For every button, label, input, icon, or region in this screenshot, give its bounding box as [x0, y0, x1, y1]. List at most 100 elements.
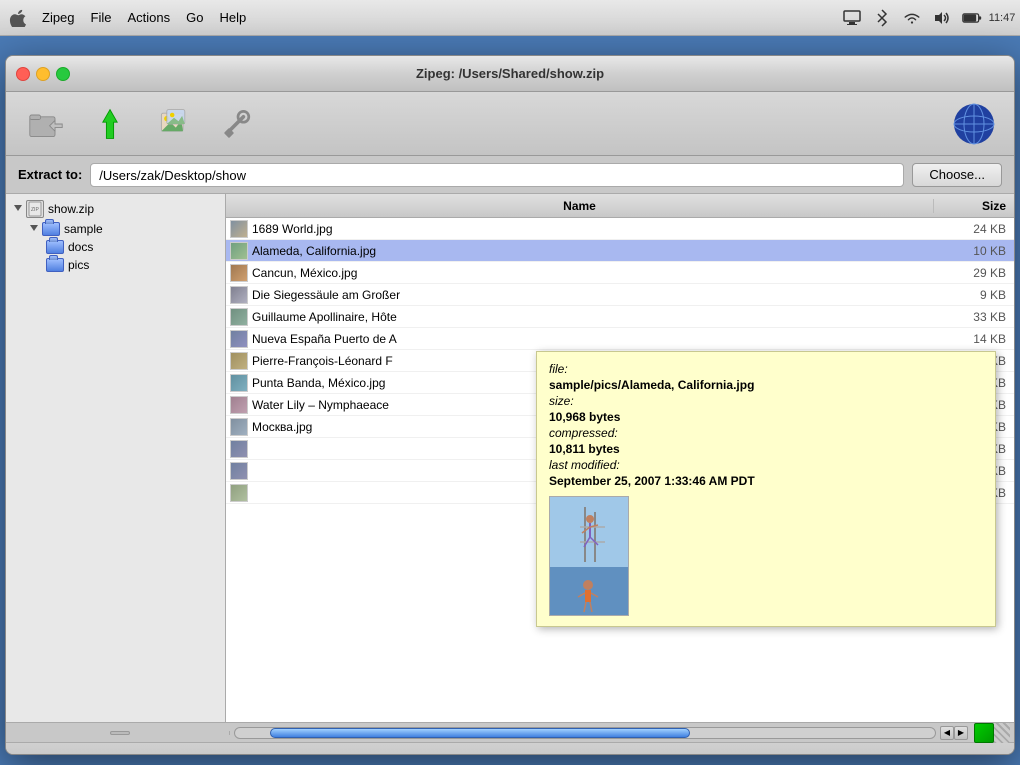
sidebar-item-sample[interactable]: sample: [22, 220, 225, 238]
triangle-down-icon-2: [30, 225, 38, 233]
file-size: 33 KB: [934, 310, 1014, 324]
sidebar: ZIP show.zip sample docs: [6, 194, 226, 722]
bluetooth-icon: [872, 8, 892, 28]
file-thumbnail: [230, 220, 248, 238]
file-size: 24 KB: [934, 222, 1014, 236]
sample-label: sample: [64, 222, 103, 236]
scroll-left-button[interactable]: ◀: [940, 726, 954, 740]
column-name[interactable]: Name: [226, 199, 934, 213]
sidebar-children: docs pics: [22, 238, 225, 274]
wifi-icon: [902, 8, 922, 28]
pics-folder-icon: [46, 258, 64, 272]
clock-icon: 11:47: [992, 8, 1012, 28]
tooltip-file-label: file:: [549, 362, 983, 376]
app-window: Zipeg: /Users/Shared/show.zip: [5, 55, 1015, 755]
menubar-help[interactable]: Help: [219, 10, 246, 25]
file-thumbnail: [230, 352, 248, 370]
extract-icon: [92, 106, 128, 142]
menubar-zipeg[interactable]: Zipeg: [42, 10, 75, 25]
file-thumbnail: [230, 264, 248, 282]
extract-button[interactable]: [82, 98, 138, 150]
monitor-icon: [842, 8, 862, 28]
file-size: 29 KB: [934, 266, 1014, 280]
file-name: Cancun, México.jpg: [252, 266, 934, 280]
status-green-indicator: [974, 723, 994, 743]
resize-bar: [110, 731, 130, 735]
horizontal-scrollbar[interactable]: ◀ ▶: [230, 726, 972, 740]
close-button[interactable]: [16, 67, 30, 81]
file-name: 1689 World.jpg: [252, 222, 934, 236]
docs-folder-icon: [46, 240, 64, 254]
tooltip-preview-image: [549, 496, 629, 616]
svg-text:ZIP: ZIP: [31, 207, 39, 213]
file-row[interactable]: Alameda, California.jpg 10 KB: [226, 240, 1014, 262]
showzip-label: show.zip: [48, 202, 94, 216]
file-thumbnail: [230, 286, 248, 304]
file-row[interactable]: Guillaume Apollinaire, Hôte 33 KB: [226, 306, 1014, 328]
file-row[interactable]: Die Siegessäule am Großer 9 KB: [226, 284, 1014, 306]
globe-button[interactable]: [946, 98, 1002, 150]
preview-icon: [156, 106, 192, 142]
extract-label: Extract to:: [18, 167, 82, 182]
sidebar-item-showzip[interactable]: ZIP show.zip: [6, 198, 225, 220]
file-size: 9 KB: [934, 288, 1014, 302]
tooltip-compressed-value: 10,811 bytes: [549, 442, 983, 456]
titlebar: Zipeg: /Users/Shared/show.zip: [6, 56, 1014, 92]
unzip-folder-button[interactable]: [18, 98, 74, 150]
sidebar-resize-handle[interactable]: [10, 731, 230, 735]
scrollbar-thumb[interactable]: [270, 728, 690, 738]
resize-corner[interactable]: [994, 723, 1010, 743]
menubar: Zipeg File Actions Go Help 11:47: [0, 0, 1020, 36]
battery-icon: [962, 8, 982, 28]
toolbar: [6, 92, 1014, 156]
traffic-lights: [16, 67, 70, 81]
tools-button[interactable]: [210, 98, 266, 150]
sidebar-item-docs[interactable]: docs: [38, 238, 225, 256]
file-name: Die Siegessäule am Großer: [252, 288, 934, 302]
preview-button[interactable]: [146, 98, 202, 150]
file-size: 10 KB: [934, 244, 1014, 258]
menubar-file[interactable]: File: [91, 10, 112, 25]
status-path: sample/pics/Alameda, California.jpg: [16, 752, 923, 756]
file-thumbnail: [230, 462, 248, 480]
file-row[interactable]: Nueva España Puerto de A 14 KB: [226, 328, 1014, 350]
choose-button[interactable]: Choose...: [912, 163, 1002, 187]
file-thumbnail: [230, 308, 248, 326]
menubar-right-icons: 11:47: [842, 8, 1012, 28]
tools-icon: [220, 106, 256, 142]
sidebar-item-pics[interactable]: pics: [38, 256, 225, 274]
scroll-right-button[interactable]: ▶: [954, 726, 968, 740]
apple-menu-icon[interactable]: [8, 9, 26, 27]
statusbar: sample/pics/Alameda, California.jpg 10 K…: [6, 742, 1014, 755]
file-thumbnail: [230, 396, 248, 414]
zip-file-icon: ZIP: [26, 200, 44, 218]
tooltip-file-value: sample/pics/Alameda, California.jpg: [549, 378, 983, 392]
file-name: Alameda, California.jpg: [252, 244, 934, 258]
sample-folder-icon: [42, 222, 60, 236]
file-row[interactable]: Cancun, México.jpg 29 KB: [226, 262, 1014, 284]
tooltip-size-value: 10,968 bytes: [549, 410, 983, 424]
window-title: Zipeg: /Users/Shared/show.zip: [416, 66, 604, 81]
file-thumbnail: [230, 484, 248, 502]
scrollbar-track: [234, 727, 936, 739]
file-thumbnail: [230, 440, 248, 458]
tooltip-modified-value: September 25, 2007 1:33:46 AM PDT: [549, 474, 983, 488]
bottom-scrollbar-area: ◀ ▶: [6, 722, 1014, 742]
minimize-button[interactable]: [36, 67, 50, 81]
file-thumbnail: [230, 242, 248, 260]
volume-icon: [932, 8, 952, 28]
file-name: Guillaume Apollinaire, Hôte: [252, 310, 934, 324]
maximize-button[interactable]: [56, 67, 70, 81]
menubar-actions[interactable]: Actions: [127, 10, 170, 25]
tooltip-compressed-label: compressed:: [549, 426, 983, 440]
file-thumbnail: [230, 418, 248, 436]
extract-path[interactable]: /Users/zak/Desktop/show: [90, 163, 904, 187]
triangle-down-icon: [14, 205, 22, 213]
pics-label: pics: [68, 258, 89, 272]
file-row[interactable]: 1689 World.jpg 24 KB: [226, 218, 1014, 240]
file-thumbnail: [230, 374, 248, 392]
column-size[interactable]: Size: [934, 199, 1014, 213]
scroll-arrows: ◀ ▶: [940, 726, 968, 740]
menubar-go[interactable]: Go: [186, 10, 203, 25]
file-size: 14 KB: [934, 332, 1014, 346]
